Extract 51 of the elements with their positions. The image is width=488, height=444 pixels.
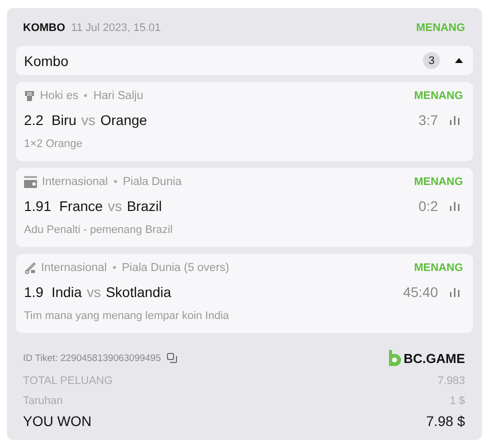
league-label: Internasional — [41, 262, 107, 274]
ticket-id: ID Tiket: 2290458139063099495 — [23, 352, 161, 364]
summary-label: TOTAL PELUANG — [23, 375, 113, 387]
market-label: Tim mana yang menang lempar koin India — [24, 310, 230, 322]
match-score: 3:7 — [418, 112, 438, 128]
summary-label: Taruhan — [23, 395, 63, 407]
bet-type: KOMBO — [23, 22, 66, 34]
team-name: Orange — [100, 112, 148, 128]
team-name: Skotlandia — [106, 284, 172, 300]
team-name: Brazil — [126, 198, 162, 214]
team-name: India — [51, 284, 82, 300]
match-score: 45:40 — [402, 284, 438, 300]
bet-status: MENANG — [414, 176, 463, 188]
summary-value: 7.983 — [437, 375, 465, 387]
bet-status: MENANG — [414, 262, 463, 274]
combo-header[interactable]: Kombo 3 — [16, 46, 473, 75]
match-score: 0:2 — [418, 198, 438, 214]
separator-dot — [112, 266, 116, 269]
stats-icon[interactable] — [450, 116, 460, 124]
emblem-icon — [24, 176, 37, 188]
logo-icon — [386, 350, 401, 366]
summary-value: 7.98 $ — [426, 413, 465, 429]
combo-label: Kombo — [24, 52, 70, 68]
market-label: 1×2 Orange — [24, 138, 84, 150]
league-label: Internasional — [42, 176, 108, 188]
versus-label: vs — [108, 198, 122, 214]
separator-dot — [114, 180, 117, 183]
team-name: France — [59, 198, 103, 214]
summary-value: 1 $ — [450, 395, 465, 407]
odds-value: 2.2 — [24, 112, 44, 128]
league-label: Hoki es — [40, 90, 78, 102]
bet-status: MENANG — [416, 22, 465, 34]
team-name: Biru — [51, 112, 76, 128]
bet-date: 11 Jul 2023, 15.01 — [71, 22, 161, 34]
versus-label: vs — [81, 112, 96, 128]
separator-dot — [84, 94, 88, 97]
summary-label: YOU WON — [23, 413, 92, 429]
event-label: Piala Dunia (5 overs) — [122, 262, 230, 274]
odds-value: 1.91 — [24, 198, 52, 214]
count-badge: 3 — [423, 52, 440, 69]
stats-icon[interactable] — [450, 288, 460, 296]
event-label: Hari Salju — [93, 90, 144, 102]
stats-icon[interactable] — [450, 202, 460, 210]
event-label: Piala Dunia — [122, 176, 182, 188]
copy-icon[interactable] — [166, 353, 177, 363]
market-label: Adu Penalti - pemenang Brazil — [24, 224, 174, 236]
versus-label: vs — [86, 284, 101, 300]
cricket-bat-icon — [24, 262, 36, 274]
logo-text: BC.GAME — [404, 350, 465, 366]
odds-value: 1.9 — [24, 284, 44, 300]
bet-status: MENANG — [414, 90, 463, 102]
